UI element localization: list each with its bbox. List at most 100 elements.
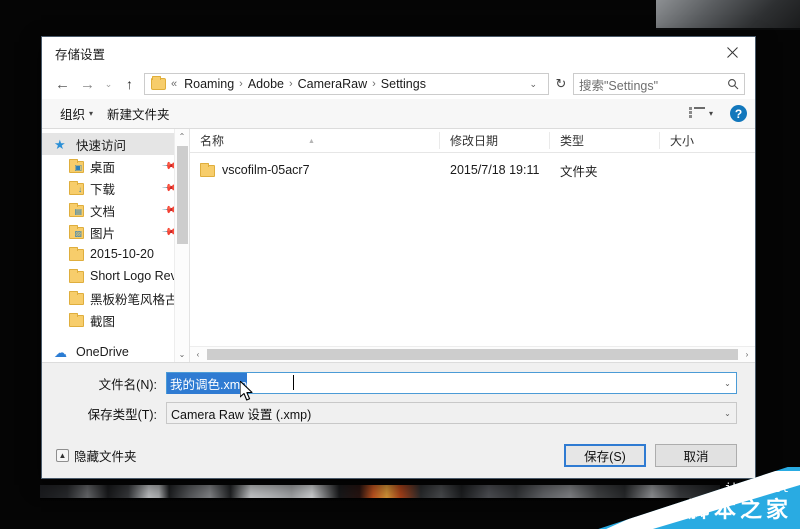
downloads-folder-icon: ↓ — [69, 180, 84, 195]
sidebar-item-label: Short Logo Rev — [90, 269, 177, 283]
documents-folder-icon: ▤ — [69, 202, 84, 217]
search-placeholder: 搜索"Settings" — [579, 78, 659, 93]
sidebar-item-label: OneDrive — [76, 345, 129, 359]
text-cursor — [293, 375, 294, 390]
cancel-button[interactable]: 取消 — [655, 443, 737, 467]
up-icon[interactable]: ↑ — [117, 72, 142, 96]
sidebar-scrollbar[interactable]: ⌃ ⌄ — [174, 129, 189, 362]
pictures-folder-icon: ▨ — [69, 224, 84, 239]
command-toolbar: 组织 ▾ 新建文件夹 ▾ ? — [42, 99, 755, 129]
file-list-header: 名称 ▲ 修改日期 类型 大小 — [190, 129, 755, 153]
dialog-title: 存储设置 — [55, 47, 106, 62]
sidebar-item-screenshots[interactable]: 截图 — [42, 309, 189, 331]
cell-name: vscofilm-05acr7 — [190, 162, 440, 177]
forward-icon[interactable]: → — [75, 72, 100, 96]
save-form: 文件名(N): 我的调色.xmp ⌄ 保存类型(T): Camera Raw 设… — [42, 362, 755, 432]
filetype-label: 保存类型(T): — [87, 407, 157, 422]
chevron-down-icon: ▾ — [89, 109, 94, 118]
desktop-folder-icon: ▣ — [69, 158, 84, 173]
breadcrumb-item-settings[interactable]: Settings — [377, 77, 430, 91]
filmstrip-thumbnails — [40, 485, 720, 498]
file-name: vscofilm-05acr7 — [222, 163, 310, 177]
save-button[interactable]: 保存(S) — [564, 443, 646, 467]
recent-locations-icon[interactable]: ⌄ — [100, 72, 117, 96]
organize-label: 组织 — [60, 108, 86, 122]
folder-icon — [69, 312, 84, 327]
scroll-down-icon[interactable]: ⌄ — [175, 347, 189, 362]
dialog-titlebar: 存储设置 — [42, 37, 755, 69]
file-list-pane: 名称 ▲ 修改日期 类型 大小 vscofilm-05acr7 2015/7/1… — [190, 129, 755, 362]
filename-value: 我的调色.xmp — [167, 372, 248, 394]
refresh-icon[interactable]: ↻ — [549, 72, 573, 96]
filename-input[interactable]: 我的调色.xmp ⌄ — [166, 372, 737, 394]
column-header-modified[interactable]: 修改日期 — [440, 132, 550, 149]
chevron-down-icon[interactable]: ⌄ — [719, 373, 736, 393]
new-folder-label: 新建文件夹 — [107, 108, 170, 122]
column-label: 类型 — [560, 134, 585, 148]
sidebar-item-label: 图片 — [90, 226, 116, 241]
cell-modified: 2015/7/18 19:11 — [450, 163, 540, 177]
dialog-body: ★ 快速访问 ▣ 桌面 📌 ↓ 下载 📌 ▤ 文档 📌 ▨ 图片 📌 2015-… — [42, 129, 755, 362]
breadcrumb-item-cameraraw[interactable]: CameraRaw — [294, 77, 371, 91]
search-input[interactable]: 搜索"Settings" — [573, 73, 745, 95]
scroll-left-icon[interactable]: ‹ — [190, 347, 206, 362]
sidebar-item-documents[interactable]: ▤ 文档 📌 — [42, 199, 189, 221]
view-list-icon — [688, 107, 705, 120]
hscrollbar-thumb[interactable] — [207, 349, 738, 360]
sidebar-item-short-logo-rev[interactable]: Short Logo Rev — [42, 265, 189, 287]
column-header-type[interactable]: 类型 — [550, 132, 660, 149]
scrollbar-track[interactable] — [176, 144, 189, 347]
view-options-button[interactable]: ▾ — [682, 104, 720, 123]
sidebar-item-onedrive[interactable]: ☁ OneDrive — [42, 341, 189, 362]
table-row[interactable]: vscofilm-05acr7 2015/7/18 19:11 文件夹 — [190, 159, 755, 181]
file-list-horizontal-scrollbar[interactable]: ‹ › — [190, 346, 755, 362]
sidebar-item-label: 2015-10-20 — [90, 247, 154, 261]
sidebar-item-blackboard-chalk[interactable]: 黑板粉笔风格古i — [42, 287, 189, 309]
filename-label: 文件名(N): — [98, 377, 157, 392]
backdrop-panel-edge — [656, 28, 800, 30]
folder-icon — [200, 162, 215, 177]
chevron-down-icon: ▾ — [708, 109, 713, 118]
close-icon[interactable] — [710, 37, 755, 68]
column-label: 名称 — [200, 134, 225, 148]
breadcrumb-item-roaming[interactable]: Roaming — [180, 77, 238, 91]
sidebar-item-2015-10-20[interactable]: 2015-10-20 — [42, 243, 189, 265]
sidebar-item-label: 截图 — [90, 314, 116, 329]
folder-icon — [69, 290, 84, 305]
organize-button[interactable]: 组织 ▾ — [53, 101, 100, 126]
breadcrumb-overflow-icon[interactable]: « — [171, 78, 180, 90]
address-bar[interactable]: « Roaming › Adobe › CameraRaw › Settings… — [144, 73, 549, 95]
folder-icon — [151, 76, 166, 90]
backdrop-panel — [656, 0, 800, 29]
sidebar-item-quick-access[interactable]: ★ 快速访问 — [42, 133, 189, 155]
pin-quick-access-icon: ★ — [54, 137, 66, 152]
filetype-row: 保存类型(T): Camera Raw 设置 (.xmp) ⌄ — [60, 402, 737, 424]
sort-ascending-icon: ▲ — [308, 138, 315, 145]
scrollbar-thumb[interactable] — [177, 146, 188, 244]
filename-row: 文件名(N): 我的调色.xmp ⌄ — [60, 372, 737, 394]
breadcrumb-item-adobe[interactable]: Adobe — [244, 77, 288, 91]
sidebar-item-downloads[interactable]: ↓ 下载 📌 — [42, 177, 189, 199]
help-icon[interactable]: ? — [730, 105, 747, 122]
sidebar-item-desktop[interactable]: ▣ 桌面 📌 — [42, 155, 189, 177]
filetype-value: Camera Raw 设置 (.xmp) — [171, 407, 312, 422]
hscrollbar-track[interactable] — [206, 347, 739, 362]
column-label: 修改日期 — [450, 134, 499, 148]
back-icon[interactable]: ← — [50, 72, 75, 96]
filetype-select[interactable]: Camera Raw 设置 (.xmp) ⌄ — [166, 402, 737, 424]
scroll-up-icon[interactable]: ⌃ — [175, 129, 189, 144]
column-header-size[interactable]: 大小 — [660, 132, 740, 149]
folder-icon — [69, 246, 84, 261]
sidebar-item-pictures[interactable]: ▨ 图片 📌 — [42, 221, 189, 243]
close-glyph — [727, 47, 738, 58]
sidebar-item-label: 快速访问 — [76, 138, 127, 153]
hide-folders-button[interactable]: ▲ 隐藏文件夹 — [56, 446, 137, 465]
new-folder-button[interactable]: 新建文件夹 — [100, 101, 177, 126]
chevron-down-icon[interactable]: ⌄ — [719, 403, 736, 423]
chevron-down-icon[interactable]: ⌄ — [522, 79, 544, 90]
navigation-bar: ← → ⌄ ↑ « Roaming › Adobe › CameraRaw › … — [42, 69, 755, 99]
column-header-name[interactable]: 名称 ▲ — [190, 132, 440, 149]
scroll-right-icon[interactable]: › — [739, 347, 755, 362]
sidebar-item-label: 桌面 — [90, 160, 116, 175]
hide-folders-label: 隐藏文件夹 — [74, 449, 137, 464]
